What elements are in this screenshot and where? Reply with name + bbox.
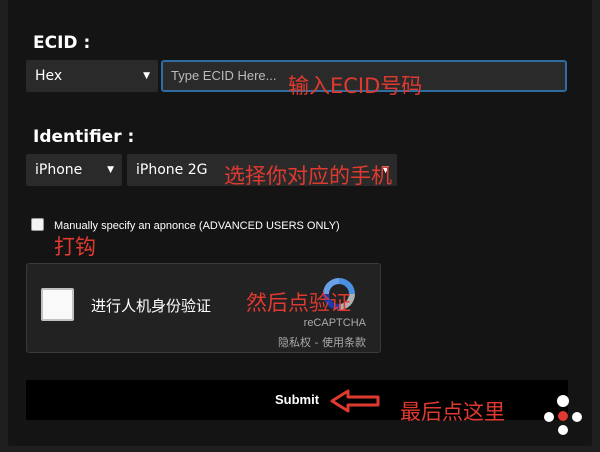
ecid-annotation: 输入ECID号码 [288, 74, 423, 98]
ecid-input-placeholder: Type ECID Here... [171, 68, 277, 83]
device-model-value: iPhone 2G [136, 162, 208, 178]
captcha-annotation: 然后点验证 [246, 291, 351, 315]
recaptcha-privacy-terms-link[interactable]: 隐私权 - 使用条款 [278, 334, 366, 350]
logo-watermark-icon [540, 392, 586, 442]
left-arrow-icon [330, 388, 382, 418]
recaptcha-checkbox-label: 进行人机身份验证 [91, 297, 212, 315]
recaptcha-checkbox[interactable] [41, 288, 74, 321]
identifier-annotation: 选择你对应的手机 [224, 164, 392, 188]
recaptcha-brand: reCAPTCHA [303, 317, 366, 329]
device-type-select[interactable]: iPhone ▼ [26, 154, 122, 186]
ecid-format-select[interactable]: Hex ▼ [26, 60, 158, 92]
apnonce-annotation: 打钩 [54, 235, 96, 259]
apnonce-label: Manually specify an apnonce (ADVANCED US… [54, 220, 340, 232]
chevron-down-icon: ▼ [143, 71, 150, 81]
device-type-value: iPhone [35, 162, 83, 178]
chevron-down-icon: ▼ [107, 165, 114, 175]
submit-annotation: 最后点这里 [400, 400, 505, 424]
apnonce-checkbox[interactable] [31, 218, 44, 231]
ecid-format-value: Hex [35, 68, 63, 84]
ecid-label: ECID : [33, 33, 91, 53]
identifier-label: Identifier : [33, 127, 135, 147]
